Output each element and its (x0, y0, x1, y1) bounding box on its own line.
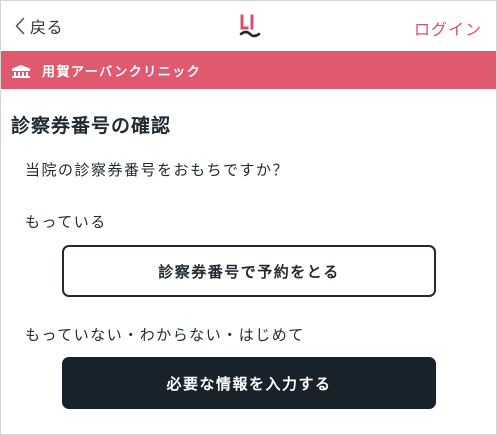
no-card-label: もっていない・わからない・はじめて (25, 326, 305, 344)
clinic-logo-icon[interactable] (238, 13, 262, 39)
header: 戻る ログイン (1, 1, 496, 51)
back-button[interactable]: 戻る (15, 15, 63, 37)
app-frame: 戻る ログイン 用賀アーバンクリニック 診察券番号の確認 当院の診察券番号をおも… (0, 0, 497, 435)
enter-required-info-button[interactable]: 必要な情報を入力する (62, 357, 436, 409)
chevron-left-icon (15, 17, 25, 35)
back-label: 戻る (30, 18, 64, 37)
question-text: 当院の診察券番号をおもちですか？ (25, 161, 290, 179)
have-card-label: もっている (25, 213, 107, 231)
page-title: 診察券番号の確認 (11, 115, 172, 137)
clinic-building-icon (10, 63, 32, 78)
reserve-with-card-number-button[interactable]: 診察券番号で予約をとる (62, 245, 436, 297)
clinic-name: 用賀アーバンクリニック (42, 64, 202, 80)
clinic-bar: 用賀アーバンクリニック (1, 51, 496, 89)
login-link[interactable]: ログイン (414, 16, 482, 40)
